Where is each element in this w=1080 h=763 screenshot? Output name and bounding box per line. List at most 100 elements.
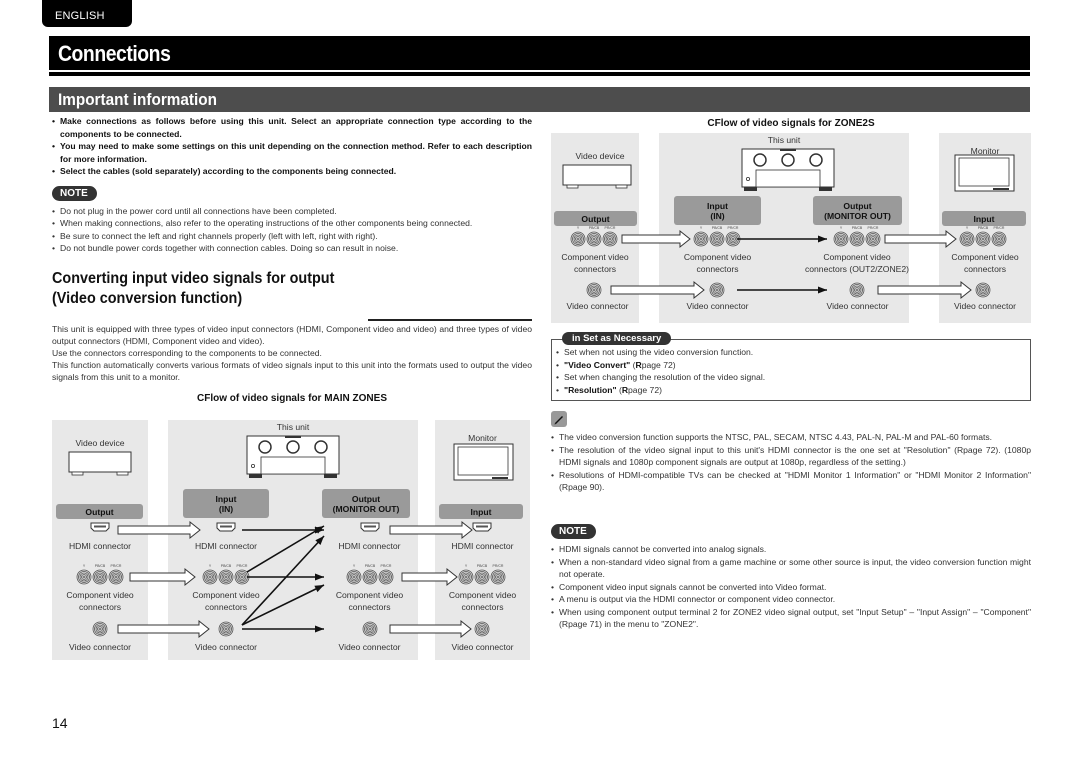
right-column: CFlow of video signals for ZONE2S Video … [551,115,1031,675]
pin-label: PR/CR [381,564,392,568]
pin-label: Y [840,226,843,230]
internal-route-line [241,584,325,626]
rca-jack-icon [849,282,865,298]
tips-list: The video conversion function supports t… [551,431,1031,494]
tip-item: The video conversion function supports t… [551,431,1031,444]
note-item: HDMI signals cannot be converted into an… [551,543,1031,556]
rca-jack-icon [76,569,92,585]
zone2-connectors-and-arrows: Y PB/CB PR/CR Y PB/CB PR/CR Y PB/CB PR/CR Y PB/CB P… [570,226,1007,300]
rca-jack-icon [602,231,618,247]
note-list: HDMI signals cannot be converted into an… [551,543,1031,631]
pin-label: PR/CR [728,226,739,230]
setting-item: Set when changing the resolution of the … [556,371,1026,384]
page-number: 14 [52,715,68,731]
note-item: When using component output terminal 2 f… [551,606,1031,631]
set-as-necessary-box: in Set as Necessary Set when not using t… [551,332,1031,401]
main-connectors-and-arrows: Y PB/CB PR/CR Y PB/CB PR/CR Y PB/CB PR/CR Y PB/CB P… [76,520,506,639]
pin-label: PB/CB [712,226,723,230]
rca-jack-icon [709,231,725,247]
conversion-heading: Converting input video signals for outpu… [52,269,335,307]
internal-route-arrowhead [314,585,324,593]
pin-label: PR/CR [237,564,248,568]
internal-route-arrowhead [315,573,324,581]
rca-jack-icon [218,569,234,585]
rca-jack-icon [975,231,991,247]
rca-jack-icon [975,282,991,298]
language-tab: ENGLISH [42,0,132,27]
note-item: A menu is output via the HDMI connector … [551,593,1031,606]
page-title: Connections [49,36,1030,70]
pin-label: PR/CR [868,226,879,230]
signal-flow-arrow [117,619,210,639]
rca-jack-icon [346,569,362,585]
pin-label: PB/CB [978,226,989,230]
internal-route-arrowhead [315,625,324,633]
setting-reference[interactable]: "Video Convert" (Rpage 72) [556,359,1026,372]
pin-label: Y [577,226,580,230]
rca-jack-icon [92,621,108,637]
rca-jack-icon [991,231,1007,247]
signal-flow-arrow [117,520,201,540]
signal-flow-arrow [389,520,473,540]
body-paragraph: This unit is equipped with three types o… [52,323,532,346]
rca-jack-icon [586,282,602,298]
intro-bullet: Select the cables (sold separately) acco… [52,165,532,178]
rca-jack-icon [570,231,586,247]
signal-flow-arrow [129,567,196,587]
left-column: Make connections as follows before using… [52,115,532,404]
pencil-memo-icon [551,411,567,427]
body-paragraph: This function automatically converts var… [52,359,532,382]
pin-label: PB/CB [589,226,600,230]
set-as-necessary-badge: in Set as Necessary [562,332,672,345]
hdmi-port-pins [220,525,232,528]
title-rule [49,72,1030,76]
note-badge: NOTE [551,524,596,539]
note-badge: NOTE [52,185,97,201]
note-list: Do not plug in the power cord until all … [52,205,532,255]
zone2-diagram: Video device This unit Monitor Output In… [551,133,1031,323]
main-zones-diagram: Video device This unit Monitor Output In… [52,420,532,660]
pin-label: PR/CR [111,564,122,568]
note-item: Component video input signals cannot be … [551,581,1031,594]
rca-jack-icon [458,569,474,585]
section-title: Important information [49,87,1030,112]
rca-jack-icon [833,231,849,247]
rca-jack-icon [586,231,602,247]
rca-jack-icon [92,569,108,585]
tip-item: Resolutions of HDMI-compatible TVs can b… [551,469,1031,494]
heading-rule [368,319,532,321]
rca-jack-icon [474,569,490,585]
pin-label: PB/CB [852,226,863,230]
rca-jack-icon [849,231,865,247]
note-item: When making connections, also refer to t… [52,217,532,230]
signal-flow-arrow [389,619,472,639]
pin-label: Y [700,226,703,230]
setting-reference[interactable]: "Resolution" (Rpage 72) [556,384,1026,397]
intro-bullets: Make connections as follows before using… [52,115,532,178]
internal-route-line [241,535,325,626]
signal-flow-arrow [621,229,691,249]
rca-jack-icon [108,569,124,585]
pin-label: Y [83,564,86,568]
intro-bullet: Make connections as follows before using… [52,115,532,140]
internal-route-arrowhead [818,286,827,294]
body-paragraph: Use the connectors corresponding to the … [52,347,322,358]
pin-label: PR/CR [493,564,504,568]
hdmi-port-pins [476,525,488,528]
signal-flow-arrow [877,280,972,300]
note-item: Be sure to connect the left and right ch… [52,230,532,243]
rca-jack-icon [362,569,378,585]
rca-jack-icon [362,621,378,637]
pin-label: Y [465,564,468,568]
setting-item: Set when not using the video conversion … [556,346,1026,359]
pin-label: PB/CB [365,564,376,568]
rca-jack-icon [218,621,234,637]
pin-label: Y [353,564,356,568]
main-flow-title: CFlow of video signals for MAIN ZONES [196,392,387,404]
note-item: Do not plug in the power cord until all … [52,205,532,218]
hdmi-port-pins [94,525,106,528]
zone2-flow-title: CFlow of video signals for ZONE2S [707,118,875,129]
rca-jack-icon [234,569,250,585]
note-item: When a non-standard video signal from a … [551,556,1031,581]
rca-jack-icon [202,569,218,585]
